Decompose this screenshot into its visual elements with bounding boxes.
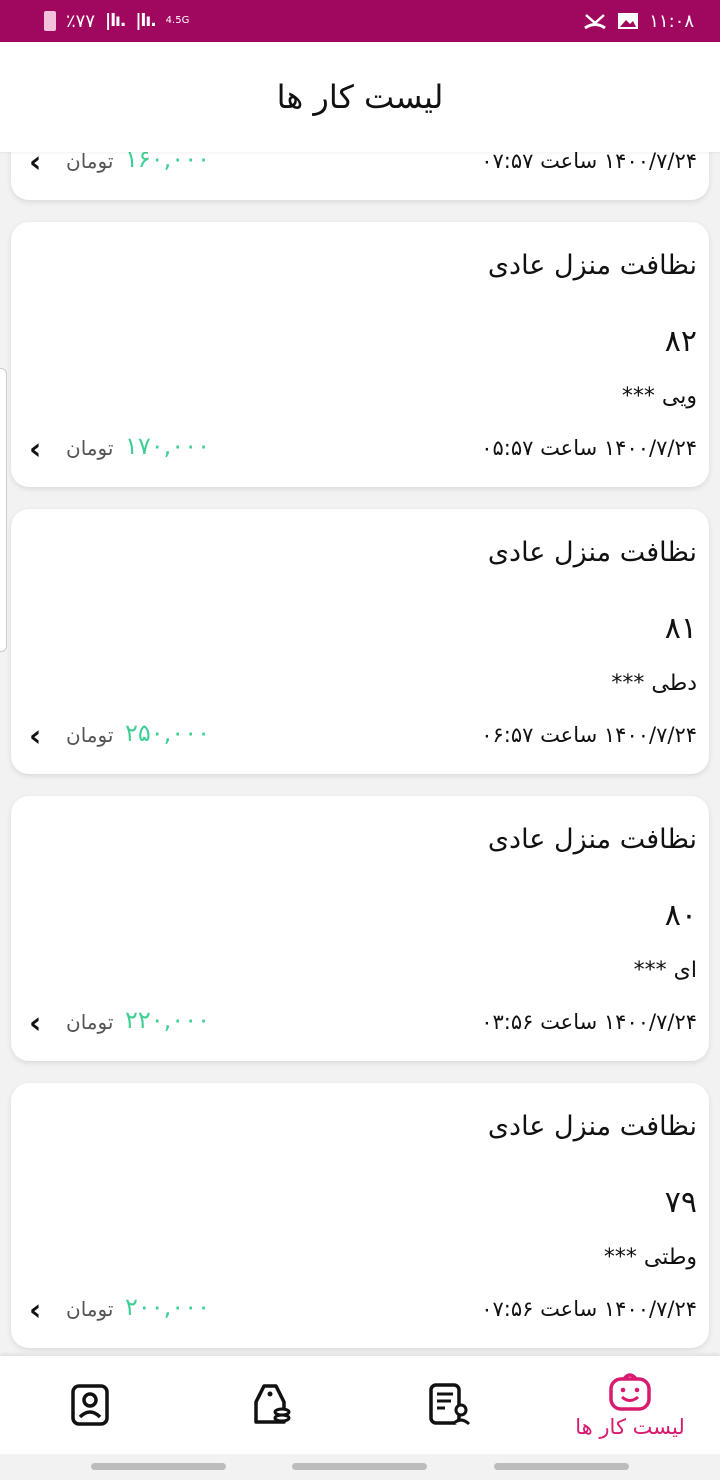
chevron-left-icon[interactable]: ‹ (29, 152, 41, 180)
chevron-left-icon[interactable]: ‹ (29, 719, 41, 754)
job-card[interactable]: نظافت منزل عادی ۸۲ ویی *** ۱۴۰۰/۷/۲۴ ساع… (11, 222, 709, 487)
currency-label: تومان (66, 1010, 114, 1034)
chevron-left-icon[interactable]: ‹ (29, 1293, 41, 1328)
page-title: لیست کار ها (276, 78, 444, 116)
wallet-icon (254, 1384, 291, 1424)
currency-label: تومان (66, 1297, 114, 1321)
job-date: ۱۴۰۰/۷/۲۴ ساعت ۰۷:۵۷ (481, 152, 697, 173)
side-drawer-handle[interactable] (0, 368, 7, 652)
nav-job-list-label: لیست کار ها (575, 1415, 685, 1439)
bottom-navigation: لیست کار ها (0, 1356, 720, 1454)
job-title: نظافت منزل عادی (487, 250, 697, 281)
nav-wallet[interactable] (210, 1356, 330, 1454)
image-icon (618, 13, 639, 29)
job-date: ۱۴۰۰/۷/۲۴ ساعت ۰۵:۵۷ (481, 436, 697, 460)
chevron-left-icon[interactable]: ‹ (29, 1006, 41, 1041)
status-right: ۱۱:۰۸ (583, 11, 694, 32)
system-nav-pill[interactable] (91, 1463, 226, 1470)
job-card[interactable]: نظافت منزل عادی ۸۰ ای *** ۱۴۰۰/۷/۲۴ ساعت… (11, 796, 709, 1061)
status-left: ٪۷۷ |lı. |lı. 4.5G (44, 11, 189, 32)
signal-icon: |lı. (105, 11, 126, 31)
job-price: ۱۷۰,۰۰۰ (125, 432, 210, 460)
job-date: ۱۴۰۰/۷/۲۴ ساعت ۰۳:۵۶ (481, 1010, 697, 1034)
system-nav-pill[interactable] (292, 1463, 427, 1470)
job-price: ۲۰۰,۰۰۰ (125, 1293, 210, 1321)
system-navigation-bar (0, 1454, 720, 1480)
job-card[interactable]: نظافت منزل عادی ۷۹ وطتی *** ۱۴۰۰/۷/۲۴ سا… (11, 1083, 709, 1348)
job-title: نظافت منزل عادی (487, 537, 697, 568)
job-price: ۱۶۰,۰۰۰ (125, 152, 210, 173)
system-nav-pill[interactable] (494, 1463, 629, 1470)
nav-job-users[interactable] (390, 1356, 510, 1454)
battery-icon (44, 11, 56, 31)
customer-name: ای *** (633, 958, 697, 983)
job-card[interactable]: نظافت منزل عادی ۸۱ دطی *** ۱۴۰۰/۷/۲۴ ساع… (11, 509, 709, 774)
job-date: ۱۴۰۰/۷/۲۴ ساعت ۰۷:۵۶ (481, 1297, 697, 1321)
clock: ۱۱:۰۸ (649, 10, 694, 32)
job-title: نظافت منزل عادی (487, 1111, 697, 1142)
nav-job-list[interactable]: لیست کار ها (570, 1356, 690, 1454)
job-price: ۲۵۰,۰۰۰ (125, 719, 210, 747)
job-id: ۸۱ (664, 611, 697, 646)
job-id: ۸۲ (664, 324, 697, 359)
job-id: ۷۹ (664, 1185, 697, 1220)
signal-icon: |lı. (135, 11, 156, 31)
profile-icon (71, 1384, 109, 1426)
app-header: لیست کار ها (0, 42, 720, 152)
job-date: ۱۴۰۰/۷/۲۴ ساعت ۰۶:۵۷ (481, 723, 697, 747)
job-users-icon (429, 1383, 471, 1426)
network-type: 4.5G (165, 15, 190, 26)
nav-profile[interactable] (30, 1356, 150, 1454)
missed-call-icon (584, 14, 607, 30)
battery-level: ٪۷۷ (66, 10, 96, 32)
customer-name: دطی *** (611, 671, 697, 696)
job-list-icon (609, 1373, 651, 1411)
currency-label: تومان (66, 152, 114, 173)
customer-name: وطتی *** (603, 1245, 697, 1270)
currency-label: تومان (66, 436, 114, 460)
job-card[interactable]: ۱۴۰۰/۷/۲۴ ساعت ۰۷:۵۷ ۱۶۰,۰۰۰ تومان ‹ (11, 152, 709, 200)
job-list[interactable]: ۱۴۰۰/۷/۲۴ ساعت ۰۷:۵۷ ۱۶۰,۰۰۰ تومان ‹ نظا… (0, 152, 720, 1356)
job-id: ۸۰ (664, 898, 697, 933)
chevron-left-icon[interactable]: ‹ (29, 432, 41, 467)
job-title: نظافت منزل عادی (487, 824, 697, 855)
status-bar: ٪۷۷ |lı. |lı. 4.5G ۱۱:۰۸ (0, 0, 720, 42)
job-price: ۲۲۰,۰۰۰ (125, 1006, 210, 1034)
currency-label: تومان (66, 723, 114, 747)
customer-name: ویی *** (621, 384, 697, 409)
